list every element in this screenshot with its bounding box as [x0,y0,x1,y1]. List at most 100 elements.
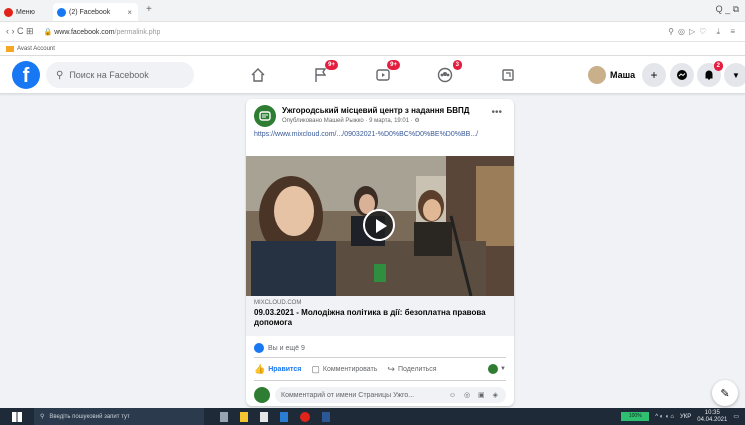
notification-badge: 9+ [325,60,338,70]
comment-button[interactable]: ▢ Комментировать [311,364,377,375]
divider [254,380,506,381]
facebook-favicon-icon [57,7,66,17]
url-domain: www.facebook.com [54,28,115,36]
mail-icon[interactable] [280,411,288,422]
flag-icon [315,68,327,82]
tab-facebook[interactable]: (2) Facebook × [53,3,138,21]
comment-label: Комментировать [322,365,378,373]
link-title: 09.03.2021 - Молодіжна політика в дії: б… [254,308,486,327]
taskbar-search-placeholder: Введіть пошуковий запит тут [49,413,130,420]
facebook-logo-icon[interactable]: f [12,61,40,89]
word-icon[interactable] [322,411,330,422]
browser-nav-buttons[interactable]: ‹ › C ⊞ [6,26,34,37]
notification-badge: 9+ [387,60,400,70]
page-avatar[interactable] [254,105,276,127]
taskbar-search[interactable]: ⚲ Введіть пошуковий запит тут [34,408,204,425]
play-button[interactable] [363,209,395,241]
profile-button[interactable]: Маша [588,64,635,86]
browser-toolbar-icons[interactable]: ⚲◎▷♡ ⤓ ≡ [668,27,739,37]
opera-icon [4,7,13,17]
page-avatar [488,364,499,374]
clock[interactable]: 10:35 04.04.2021 [697,410,727,424]
post-actions: 👍 Нравится ▢ Комментировать ↪ Поделиться… [254,361,506,377]
messenger-button[interactable] [670,63,694,87]
date: 04.04.2021 [697,416,728,423]
thumbs-up-icon: 👍 [254,363,266,374]
bookmark-avast[interactable]: Avast Account [17,46,55,52]
like-label: Нравится [268,365,302,373]
post-as-selector[interactable]: ▼ [488,364,506,374]
window-controls[interactable]: Q _ ⧉ [716,4,739,15]
share-icon: ↪ [387,363,395,374]
comment-input[interactable]: Комментарий от имени Страницы Ужго... ☺ … [275,387,506,403]
reactions-text: Вы и ещё 9 [268,344,305,352]
gaming-icon [502,69,514,81]
address-bar: ‹ › C ⊞ 🔒 www.facebook.com/permalink.php… [0,22,745,42]
bell-icon [705,70,713,80]
edit-icon: ✎ [720,387,730,400]
like-reaction-icon [254,343,264,353]
page-logo-icon [259,111,271,121]
page-name[interactable]: Ужгородський місцевий центр з надання БВ… [282,106,469,115]
file-explorer-icon[interactable] [240,411,248,422]
video-icon [376,69,390,81]
nav-pages[interactable]: 9+ [306,60,338,88]
store-icon[interactable] [260,411,268,422]
share-button[interactable]: ↪ Поделиться [387,364,436,375]
nav-gaming[interactable] [493,62,523,88]
like-button[interactable]: 👍 Нравится [254,364,301,375]
notification-badge: 3 [452,60,462,70]
comment-placeholder: Комментарий от имени Страницы Ужго... [281,391,415,399]
opera-icon[interactable] [300,411,310,422]
tab-label: (2) Facebook [69,8,111,16]
url-path: /permalink.php [114,28,161,36]
tray-icons[interactable]: ^ ◐ ◖ ⌂ [655,414,674,420]
home-icon [251,68,265,82]
user-name: Маша [610,70,636,80]
tab-menu[interactable]: Меню [4,3,50,21]
nav-watch[interactable]: 9+ [368,60,400,88]
time: 10:35 [704,409,720,416]
notifications-button[interactable]: 2 [697,61,723,87]
facebook-header: f ⚲ Поиск на Facebook 9+ 9+ 3 Маша + 2 ▼ [0,56,745,94]
language-indicator[interactable]: УКР [680,414,691,420]
chevron-down-icon: ▼ [500,366,506,372]
commenter-avatar [254,387,270,403]
create-button[interactable]: + [642,63,666,87]
nav-groups[interactable]: 3 [430,60,462,88]
more-options-icon[interactable]: ••• [491,107,502,118]
plus-icon: + [650,68,658,82]
system-tray: 100% ^ ◐ ◖ ⌂ УКР 10:35 04.04.2021 ▭ [621,408,739,425]
close-tab-icon[interactable]: × [127,8,132,17]
link-preview[interactable]: MIXCLOUD.COM 09.03.2021 - Молодіжна полі… [246,296,514,336]
avast-icon [6,45,14,52]
search-icon: ⚲ [40,414,45,420]
battery-indicator[interactable]: 100% [621,412,650,421]
comment-emoji-icons[interactable]: ☺ ◎ ▣ ◈ [449,391,501,399]
account-menu-button[interactable]: ▼ [724,63,745,87]
lock-icon: 🔒 [43,28,55,36]
post-meta: Опубликовано Машей Рыжко · 9 марта, 19:0… [282,118,420,124]
windows-start-icon[interactable] [12,411,22,422]
url-field[interactable]: 🔒 www.facebook.com/permalink.php [44,28,161,36]
search-input[interactable]: ⚲ Поиск на Facebook [46,62,194,88]
post-link[interactable]: https://www.mixcloud.com/.../09032021-%D… [254,130,504,140]
task-view-icon[interactable] [220,411,228,422]
divider [254,357,506,358]
new-tab-button[interactable]: + [146,4,152,15]
avatar [588,66,606,84]
link-domain: MIXCLOUD.COM [254,300,302,306]
bookmarks-bar: Avast Account [0,42,745,56]
reactions-summary[interactable]: Вы и ещё 9 [254,343,305,353]
search-icon: ⚲ [56,69,64,81]
post-card: Ужгородський місцевий центр з надання БВ… [246,99,514,406]
groups-icon [437,67,453,83]
comment-icon: ▢ [311,363,320,374]
notification-center-icon[interactable]: ▭ [733,413,739,420]
comment-composer: Комментарий от имени Страницы Ужго... ☺ … [254,386,506,404]
new-message-button[interactable]: ✎ [712,380,738,406]
video-thumbnail[interactable] [246,156,514,296]
nav-home[interactable] [243,62,273,88]
tab-label: Меню [16,8,35,16]
share-label: Поделиться [397,365,437,373]
